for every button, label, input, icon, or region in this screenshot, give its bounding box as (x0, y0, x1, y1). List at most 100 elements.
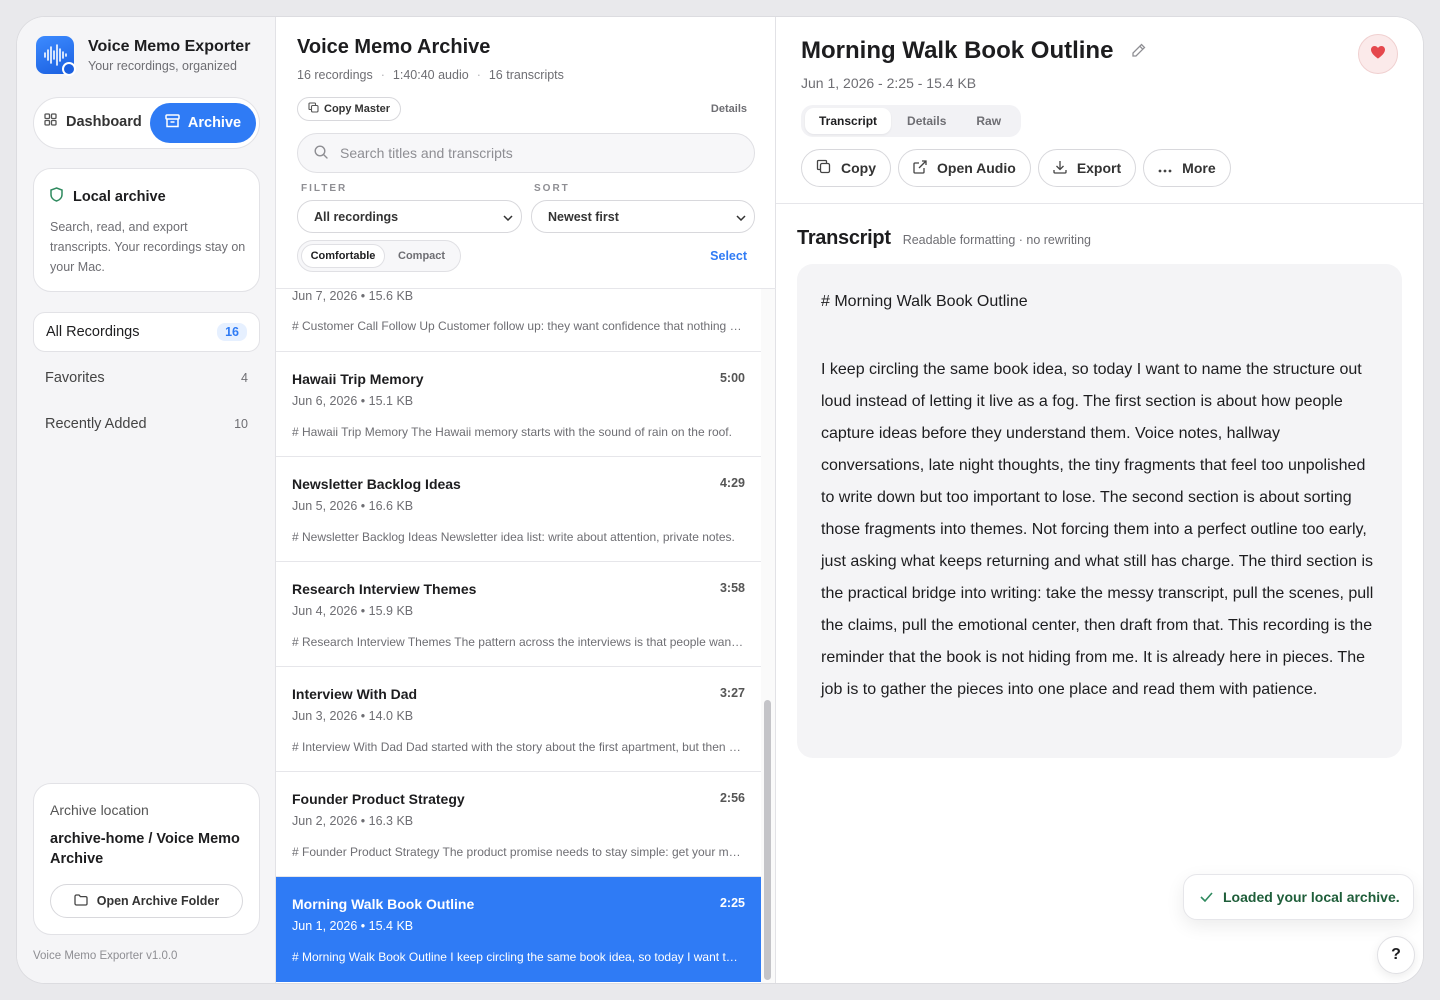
tab-details[interactable]: Details (893, 108, 960, 134)
app-logo-icon (36, 36, 76, 76)
list-item[interactable]: Jun 7, 2026 • 15.6 KB # Customer Call Fo… (276, 289, 761, 352)
recording-title: Morning Walk Book Outline (801, 37, 1114, 64)
list-item-duration: 3:27 (719, 686, 745, 700)
dashboard-label: Dashboard (66, 113, 142, 130)
pencil-icon[interactable] (1131, 37, 1146, 65)
list-item[interactable]: Interview With Dad 3:27 Jun 3, 2026 • 14… (276, 667, 761, 772)
detail-pane: Morning Walk Book Outline Jun 1, 2026 - … (776, 17, 1423, 983)
sidebar-item-recently-added[interactable]: Recently Added 10 (33, 404, 260, 444)
dashboard-button[interactable]: Dashboard (44, 113, 142, 130)
open-archive-folder-button[interactable]: Open Archive Folder (50, 884, 243, 918)
list-item-meta: Jun 6, 2026 • 15.1 KB (292, 394, 414, 408)
list-item-meta: Jun 2, 2026 • 16.3 KB (292, 814, 414, 828)
details-link[interactable]: Details (711, 103, 747, 115)
list-item[interactable]: Research Interview Themes 3:58 Jun 4, 20… (276, 562, 761, 667)
export-label: Export (1076, 160, 1122, 176)
search-input[interactable]: Search titles and transcripts (297, 133, 755, 173)
sidebar-item-label: All Recordings (46, 324, 140, 340)
list-item-snippet: # Interview With Dad Dad started with th… (292, 740, 744, 754)
list-item-snippet: # Hawaii Trip Memory The Hawaii memory s… (292, 425, 732, 439)
scrollbar-thumb[interactable] (764, 700, 771, 980)
archive-box-icon (165, 114, 180, 132)
sidebar: Voice Memo Exporter Your recordings, org… (17, 17, 276, 983)
sidebar-item-all-recordings[interactable]: All Recordings 16 (33, 312, 260, 352)
list-item[interactable]: Hawaii Trip Memory 5:00 Jun 6, 2026 • 15… (276, 352, 761, 457)
copy-button[interactable]: Copy (801, 149, 891, 187)
download-icon (1053, 160, 1067, 177)
open-audio-button[interactable]: Open Audio (898, 149, 1031, 187)
transcript-heading: # Morning Walk Book Outline (821, 293, 1028, 310)
download-badge-icon (62, 62, 76, 76)
list-item-duration: 3:58 (719, 581, 745, 595)
list-item-duration: 5:00 (719, 371, 745, 385)
list-item[interactable]: Newsletter Backlog Ideas 4:29 Jun 5, 202… (276, 457, 761, 562)
chevron-down-icon (736, 210, 746, 224)
search-icon (314, 144, 328, 162)
tab-transcript[interactable]: Transcript (805, 108, 892, 134)
toast-message: Loaded your local archive. (1223, 889, 1400, 905)
help-button[interactable]: ? (1377, 936, 1415, 974)
list-item-snippet: # Founder Product Strategy The product p… (292, 845, 744, 859)
list-item-duration: 2:56 (719, 791, 745, 805)
list-item[interactable]: Founder Product Strategy 2:56 Jun 2, 202… (276, 772, 761, 877)
sort-select[interactable]: Newest first (531, 200, 755, 233)
list-item-title: Hawaii Trip Memory (292, 371, 424, 387)
open-archive-folder-label: Open Archive Folder (96, 894, 220, 908)
open-audio-label: Open Audio (937, 160, 1016, 176)
export-button[interactable]: Export (1037, 149, 1137, 187)
more-label: More (1182, 160, 1216, 176)
recordings-count: 16 recordings (297, 68, 373, 82)
brand: Voice Memo Exporter Your recordings, org… (36, 36, 251, 76)
list-item-selected[interactable]: Morning Walk Book Outline 2:25 Jun 1, 20… (276, 877, 761, 982)
archive-location-label: Archive location (50, 802, 149, 818)
local-archive-description: Search, read, and export transcripts. Yo… (50, 220, 246, 274)
list-item-meta: Jun 3, 2026 • 14.0 KB (292, 709, 414, 723)
sort-value: Newest first (548, 209, 619, 224)
favorite-button[interactable] (1358, 34, 1398, 74)
copy-master-button[interactable]: Copy Master (297, 97, 402, 121)
sidebar-item-label: Favorites (45, 370, 105, 386)
list-item-title: Interview With Dad (292, 686, 418, 702)
sidebar-item-count: 4 (241, 371, 248, 385)
sidebar-item-favorites[interactable]: Favorites 4 (33, 358, 260, 398)
recordings-list-pane: Voice Memo Archive 16 recordings · 1:40:… (276, 17, 776, 983)
list-item-meta: Jun 5, 2026 • 16.6 KB (292, 499, 414, 513)
archive-button[interactable]: Archive (150, 103, 256, 143)
filter-label: FILTER (301, 183, 348, 194)
search-placeholder: Search titles and transcripts (340, 145, 513, 161)
density-compact-button[interactable]: Compact (398, 250, 445, 262)
filter-value: All recordings (314, 209, 399, 224)
list-item-snippet: # Newsletter Backlog Ideas Newsletter id… (292, 530, 735, 544)
app-title: Voice Memo Exporter (88, 37, 251, 55)
list-item-snippet: # Morning Walk Book Outline I keep circl… (292, 950, 744, 964)
detail-tabs: Transcript Details Raw (801, 105, 1022, 137)
copy-icon (308, 102, 319, 116)
folder-icon (74, 893, 88, 909)
transcript-subtitle: Readable formatting · no rewriting (902, 233, 1091, 247)
recordings-list: Jun 7, 2026 • 15.6 KB # Customer Call Fo… (276, 289, 761, 983)
separator-dot: · (476, 68, 481, 82)
filter-select[interactable]: All recordings (297, 200, 522, 233)
transcripts-count: 16 transcripts (488, 68, 564, 82)
status-toast: Loaded your local archive. (1183, 874, 1414, 920)
more-button[interactable]: More (1143, 149, 1231, 187)
select-button[interactable]: Select (710, 249, 747, 263)
list-item-duration: 2:25 (719, 896, 745, 910)
sidebar-item-count: 10 (234, 417, 248, 431)
app-subtitle: Your recordings, organized (88, 58, 237, 73)
density-comfortable-button[interactable]: Comfortable (301, 244, 385, 268)
recording-title-row: Morning Walk Book Outline (801, 37, 1146, 65)
external-link-icon (913, 159, 927, 177)
transcript-card: # Morning Walk Book Outline I keep circl… (797, 264, 1402, 758)
archive-label: Archive (187, 115, 242, 131)
tab-raw[interactable]: Raw (962, 108, 1015, 134)
list-item-meta: Jun 1, 2026 • 15.4 KB (292, 919, 414, 933)
list-item-snippet: # Research Interview Themes The pattern … (292, 635, 744, 649)
copy-icon (816, 159, 831, 177)
archive-location-path: archive-home / Voice Memo Archive (50, 831, 240, 867)
density-toggle: Comfortable Compact (297, 240, 461, 272)
ellipsis-icon (1158, 160, 1172, 176)
local-archive-card: Local archive Search, read, and export t… (33, 168, 260, 292)
list-item-title: Morning Walk Book Outline (292, 896, 475, 912)
app-window: Voice Memo Exporter Your recordings, org… (17, 17, 1423, 983)
